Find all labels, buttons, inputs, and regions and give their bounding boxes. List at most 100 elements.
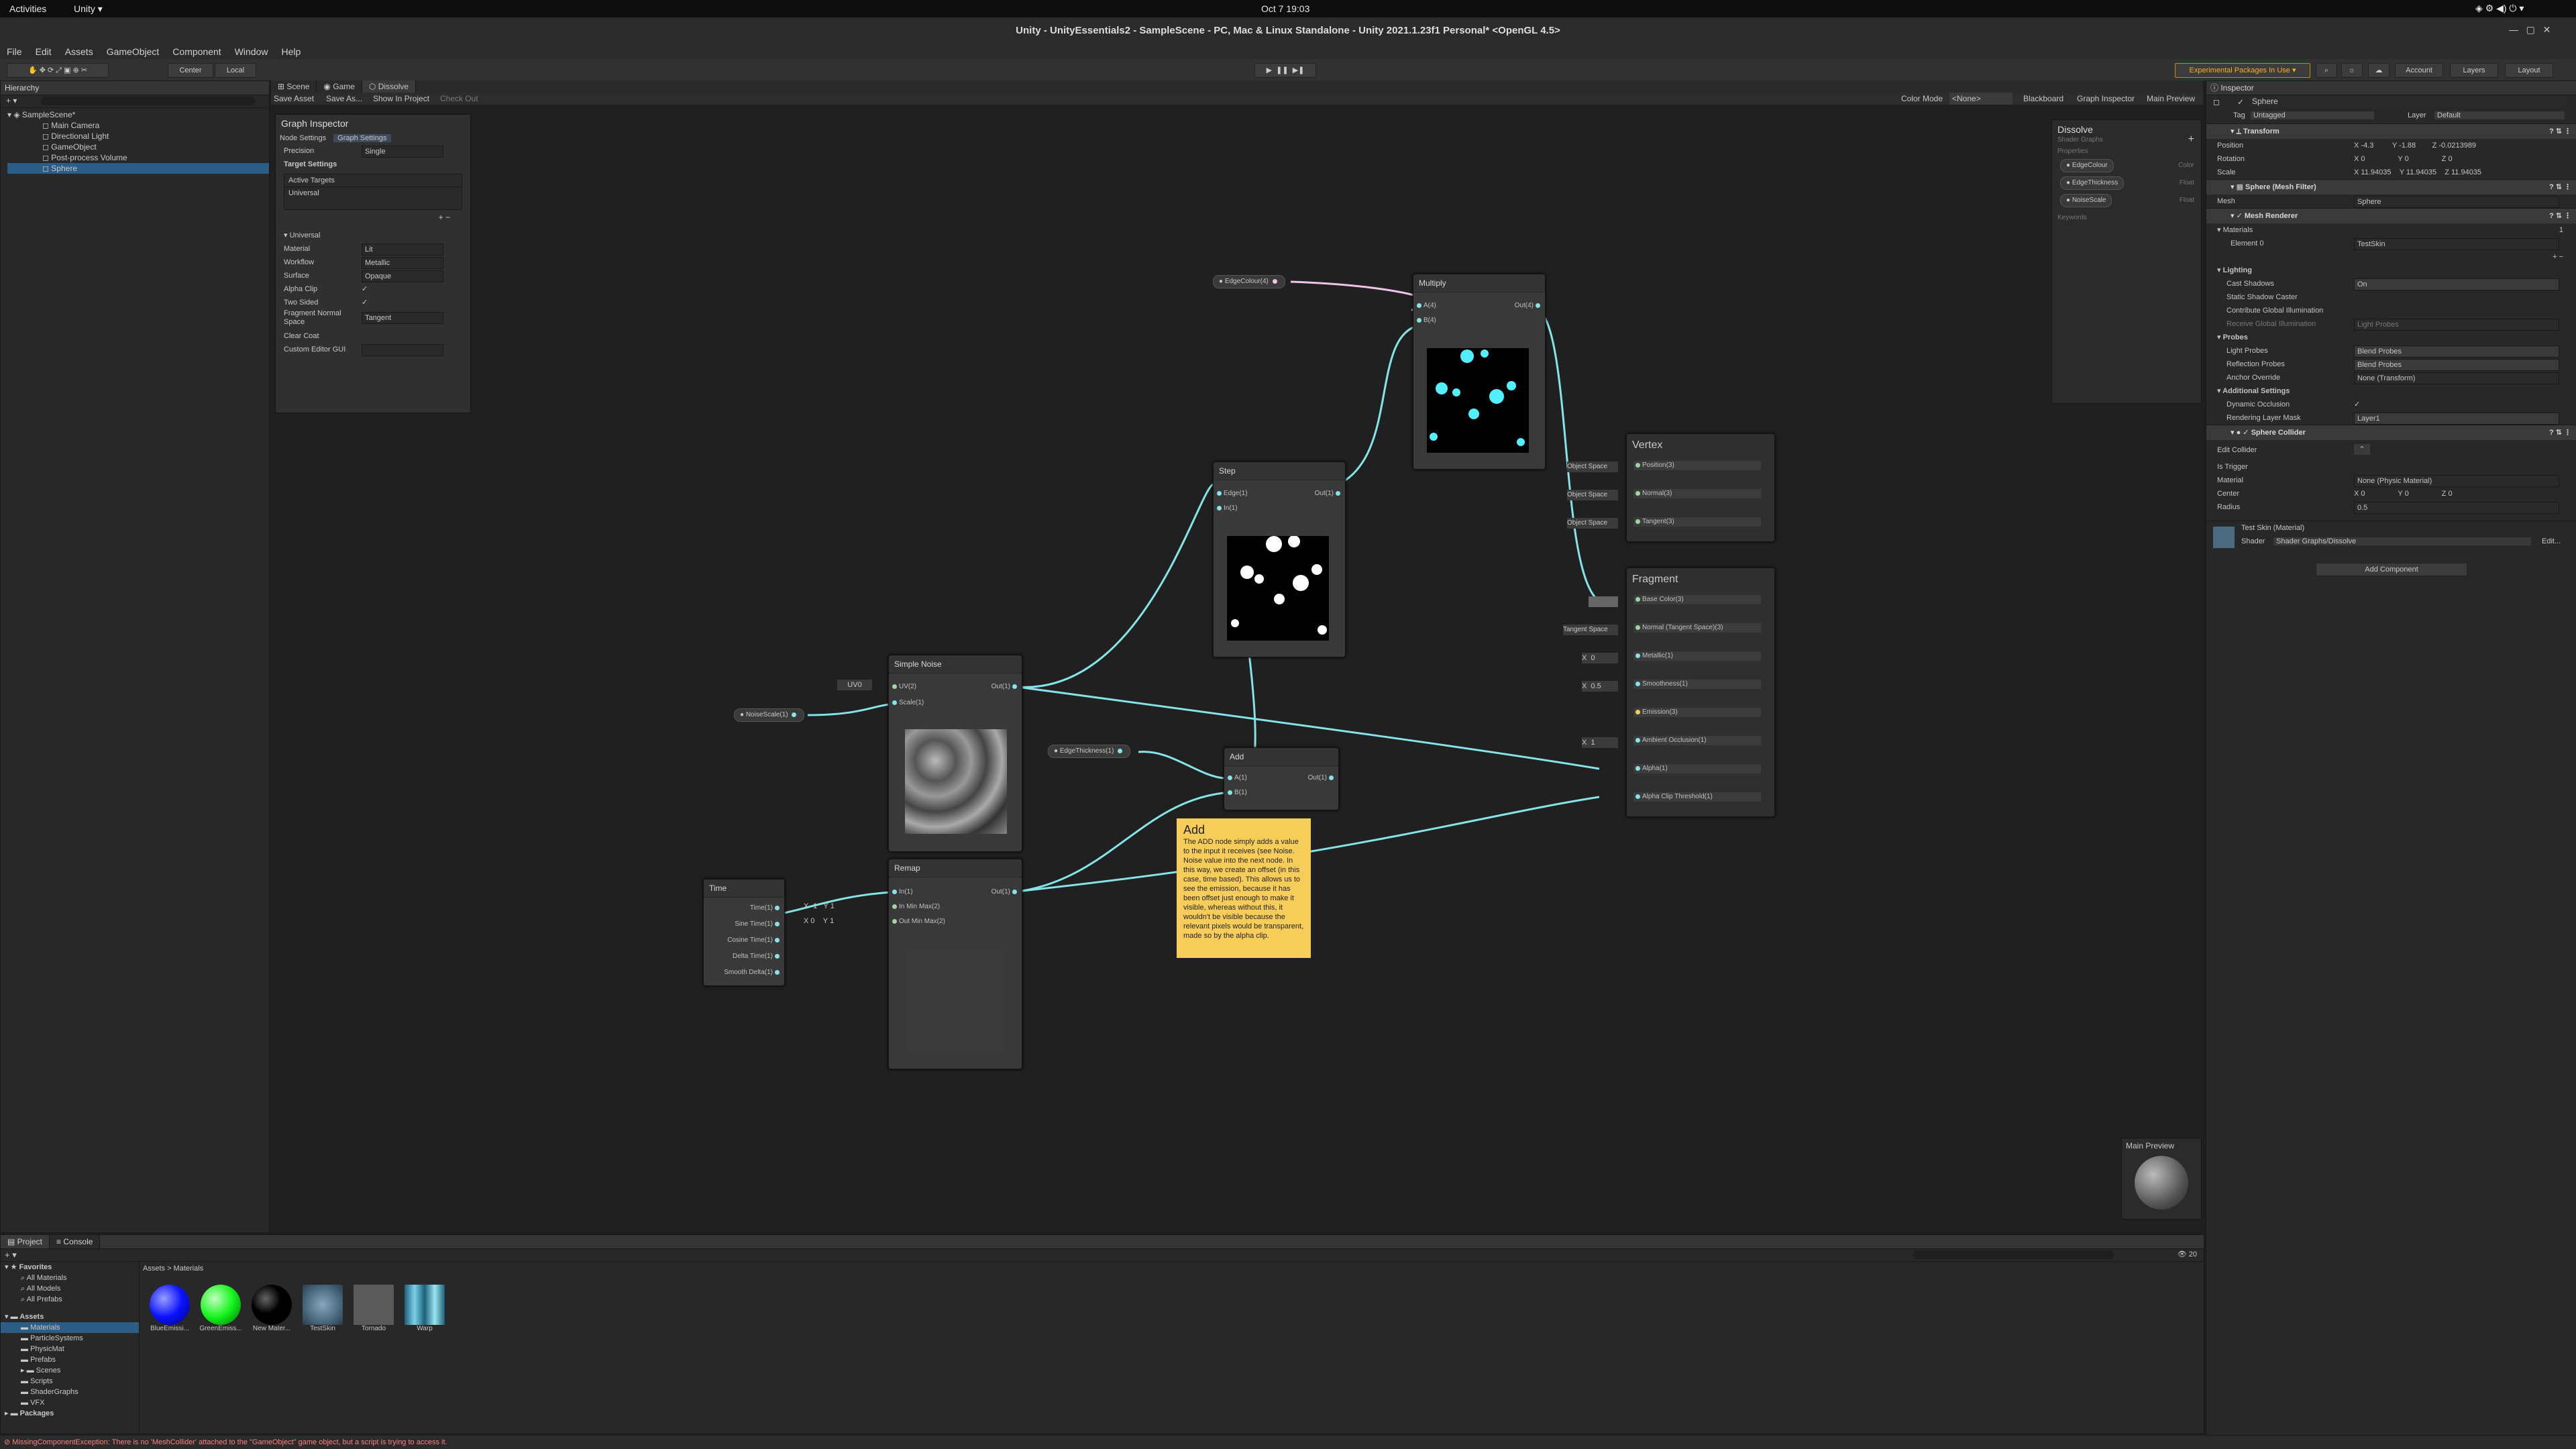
color-mode-dropdown[interactable]: <None> (1949, 93, 2012, 105)
output-port[interactable]: Out(1) (1315, 489, 1342, 498)
asset-item[interactable]: Warp (403, 1285, 446, 1332)
pivot-local-toggle[interactable]: Local (215, 63, 256, 78)
remap-out-min-max-fields[interactable]: X 0 Y 1 (804, 916, 871, 926)
position-space-field[interactable]: Object Space (1567, 462, 1618, 472)
input-port-in[interactable]: In(1) (1215, 504, 1238, 513)
normal-tangent-field[interactable]: Tangent Space (1563, 625, 1618, 635)
fragment-port[interactable]: Normal (Tangent Space)(3) (1633, 623, 1761, 633)
tab-dissolve[interactable]: ⬡ Dissolve (362, 80, 417, 94)
materials-add-remove[interactable]: + − (2206, 250, 2576, 264)
favorite-item[interactable]: ⌕ All Materials (1, 1273, 139, 1283)
app-menu[interactable]: Unity ▾ (74, 3, 103, 15)
property-item[interactable]: ● NoiseScale Float (2052, 193, 2201, 210)
remap-node[interactable]: Remap In(1) In Min Max(2) Out Min Max(2)… (888, 859, 1022, 1069)
alpha-clip-checkbox[interactable]: ✓ (362, 282, 368, 296)
status-message[interactable]: MissingComponentException: There is no '… (12, 1438, 447, 1446)
target-universal[interactable]: Universal (284, 187, 462, 199)
input-port-a[interactable]: A(1) (1226, 773, 1247, 783)
probes-section[interactable]: ▾ Probes (2206, 331, 2576, 344)
fragment-normal-space-dropdown[interactable]: Tangent (362, 312, 443, 324)
output-port[interactable]: Out(1) (991, 682, 1019, 692)
output-port-time[interactable]: Time(1) (750, 904, 782, 913)
tag-dropdown[interactable]: Untagged (2251, 111, 2374, 119)
tab-project[interactable]: ▤ Project (1, 1235, 50, 1248)
center-fields[interactable]: X 0 Y 0 Z 0 (2354, 487, 2555, 500)
materials-row[interactable]: ▾ Materials 1 (2206, 223, 2576, 237)
custom-editor-input[interactable] (362, 344, 443, 356)
mesh-field[interactable]: Sphere (2354, 196, 2559, 208)
add-component-button[interactable]: Add Component (2316, 563, 2467, 576)
tab-node-settings[interactable]: Node Settings (280, 134, 326, 142)
status-bar[interactable]: ⊘ MissingComponentException: There is no… (0, 1436, 2576, 1449)
input-port-scale[interactable]: Scale(1) (890, 698, 924, 708)
step-node[interactable]: Step Edge(1) In(1) Out(1) (1213, 462, 1346, 657)
tab-game[interactable]: ◉ Game (317, 80, 362, 94)
layout-dropdown[interactable]: Layout (2505, 63, 2553, 78)
light-probes-dropdown[interactable]: Blend Probes (2354, 345, 2559, 358)
folder-item[interactable]: ▸ ▬ Scenes (1, 1365, 139, 1376)
hierarchy-item[interactable]: ◻ GameObject (7, 142, 269, 152)
element0-field[interactable]: TestSkin (2354, 238, 2559, 250)
assets-section[interactable]: ▾ ▬ Assets (1, 1311, 139, 1322)
mesh-renderer-header[interactable]: ▾ ✓ Mesh Renderer? ⇅ ⋮ (2206, 208, 2576, 223)
fragment-port[interactable]: Base Color(3) (1633, 595, 1761, 604)
time-node[interactable]: Time Time(1) Sine Time(1) Cosine Time(1)… (703, 879, 785, 986)
input-port-out-min-max[interactable]: Out Min Max(2) (890, 917, 945, 926)
inspector-tab[interactable]: ⓘ Inspector (2206, 81, 2576, 95)
mesh-filter-header[interactable]: ▾ ▦ Sphere (Mesh Filter)? ⇅ ⋮ (2206, 179, 2576, 195)
anchor-override-field[interactable]: None (Transform) (2354, 372, 2559, 384)
multiply-node[interactable]: Multiply A(4) B(4) Out(4) (1413, 274, 1546, 470)
fragment-port[interactable]: Smoothness(1) (1633, 680, 1761, 689)
play-controls[interactable]: ▶ ❚❚ ▶❚ (1254, 63, 1316, 78)
cast-shadows-dropdown[interactable]: On (2354, 278, 2559, 290)
dynamic-occlusion-row[interactable]: Dynamic Occlusion ✓ (2206, 398, 2576, 411)
radius-field[interactable]: 0.5 (2354, 502, 2559, 514)
tab-console[interactable]: ≡ Console (50, 1235, 101, 1248)
shader-dropdown[interactable]: Shader Graphs/Dissolve (2273, 537, 2531, 545)
favorite-item[interactable]: ⌕ All Prefabs (1, 1294, 139, 1305)
property-pill[interactable]: ● NoiseScale (2060, 194, 2112, 207)
two-sided-checkbox[interactable]: ✓ (362, 296, 368, 309)
packages-section[interactable]: ▸ ▬ Packages (1, 1408, 139, 1419)
static-shadow-row[interactable]: Static Shadow Caster (2206, 290, 2576, 304)
target-add-remove[interactable]: + − (276, 213, 470, 222)
property-item[interactable]: ● EdgeThickness Float (2052, 175, 2201, 193)
input-port-a[interactable]: A(4) (1415, 301, 1436, 311)
asset-item[interactable]: Tornado (352, 1285, 395, 1332)
material-dropdown[interactable]: Lit (362, 244, 443, 256)
layer-dropdown[interactable]: Default (2434, 111, 2565, 119)
vertex-normal-port[interactable]: Normal(3) (1633, 489, 1761, 498)
save-asset-button[interactable]: Save Asset (274, 93, 314, 105)
fragment-context[interactable]: Fragment Base Color(3) Normal (Tangent S… (1626, 568, 1775, 817)
output-port-sine[interactable]: Sine Time(1) (735, 920, 782, 929)
simple-noise-node[interactable]: Simple Noise UV(2) Scale(1) Out(1) (888, 655, 1022, 852)
rotation-fields[interactable]: X 0 Y 0 Z 0 (2354, 152, 2555, 166)
input-port-edge[interactable]: Edge(1) (1215, 489, 1248, 498)
main-preview-toggle[interactable]: Main Preview (2147, 93, 2195, 105)
check-out-button[interactable]: Check Out (440, 93, 478, 105)
asset-item[interactable]: GreenEmiss... (199, 1285, 242, 1332)
hierarchy-item-selected[interactable]: ◻ Sphere (7, 163, 269, 174)
additional-settings-section[interactable]: ▾ Additional Settings (2206, 384, 2576, 398)
materials-count[interactable]: 1 (2559, 223, 2563, 237)
folder-item[interactable]: ▬ Prefabs (1, 1354, 139, 1365)
normal-space-field[interactable]: Object Space (1567, 490, 1618, 500)
hierarchy-tab[interactable]: Hierarchy (1, 81, 269, 95)
vertex-tangent-port[interactable]: Tangent(3) (1633, 517, 1761, 527)
fragment-port[interactable]: Ambient Occlusion(1) (1633, 736, 1761, 745)
vertex-context[interactable]: Vertex Position(3) Normal(3) Tangent(3) (1626, 433, 1775, 542)
collab-icon[interactable]: ☼ (2341, 63, 2363, 78)
surface-dropdown[interactable]: Opaque (362, 270, 443, 282)
output-port[interactable]: Out(1) (991, 888, 1019, 897)
menu-component[interactable]: Component (166, 44, 227, 59)
base-color-swatch[interactable] (1589, 596, 1618, 607)
clock[interactable]: Oct 7 19:03 (1261, 3, 1309, 14)
menu-assets[interactable]: Assets (58, 44, 100, 59)
object-name-field[interactable]: Sphere (2249, 97, 2567, 106)
favorite-item[interactable]: ⌕ All Models (1, 1283, 139, 1294)
transform-tools[interactable]: ✋ ✥ ⟳ ⤢ ▣ ⊕ ✂ (7, 63, 109, 78)
folder-item-selected[interactable]: ▬ Materials (1, 1322, 139, 1333)
hierarchy-item[interactable]: ◻ Directional Light (7, 131, 269, 142)
hierarchy-item[interactable]: ◻ Main Camera (7, 120, 269, 131)
fragment-port[interactable]: Emission(3) (1633, 708, 1761, 717)
